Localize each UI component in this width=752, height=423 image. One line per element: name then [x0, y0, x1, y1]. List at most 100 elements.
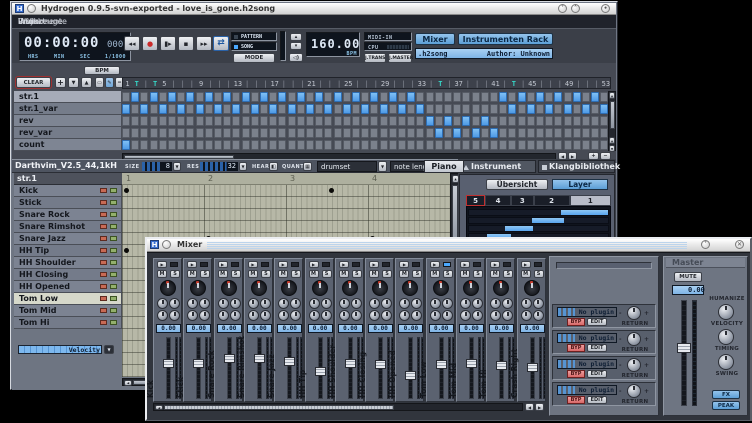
- song-cell[interactable]: [315, 116, 323, 126]
- master-timing-knob[interactable]: [718, 329, 734, 345]
- strip-fx4-send-knob[interactable]: [260, 310, 271, 321]
- fx-return-knob[interactable]: [627, 332, 641, 346]
- pattern-beat-ruler[interactable]: 1234: [122, 173, 450, 185]
- song-cell[interactable]: [499, 104, 507, 114]
- strip-mute-button[interactable]: M: [369, 270, 379, 278]
- song-cell[interactable]: [232, 104, 240, 114]
- song-cell[interactable]: [416, 92, 424, 102]
- pattern-list-item-str.1_var[interactable]: str.1_var: [14, 103, 122, 115]
- draw-mode-button[interactable]: ✎: [105, 77, 114, 88]
- song-cell[interactable]: [324, 92, 332, 102]
- pattern-list-item-rev[interactable]: rev: [14, 115, 122, 127]
- stop-button[interactable]: ▪: [178, 36, 194, 51]
- strip-fx2-send-knob[interactable]: [199, 298, 210, 309]
- song-cell[interactable]: [122, 128, 130, 138]
- strip-fx2-send-knob[interactable]: [169, 298, 180, 309]
- strip-pan-knob[interactable]: [493, 280, 509, 296]
- instrument-row-hh-closing[interactable]: HH Closing: [14, 269, 122, 281]
- song-cell[interactable]: [242, 140, 250, 150]
- song-cell[interactable]: [490, 92, 498, 102]
- master-peak-button[interactable]: PEAK: [712, 401, 740, 410]
- uebersicht-tab-button[interactable]: Übersicht: [486, 179, 548, 190]
- timeline-bpm-button[interactable]: BPM: [84, 66, 120, 75]
- instrument-solo-button[interactable]: [110, 260, 117, 265]
- song-cell[interactable]: [361, 92, 369, 102]
- song-cell[interactable]: [122, 116, 130, 126]
- strip-fader-track[interactable]: [257, 337, 262, 399]
- instrument-solo-button[interactable]: [110, 200, 117, 205]
- strip-fader-handle[interactable]: [284, 357, 295, 366]
- song-cell[interactable]: [177, 92, 185, 102]
- move-pattern-up-button[interactable]: ▲: [81, 77, 92, 88]
- metronome-button[interactable]: ◁): [289, 53, 303, 62]
- song-cell[interactable]: [380, 104, 388, 114]
- song-cell[interactable]: [508, 116, 516, 126]
- strip-play-button[interactable]: ▶: [278, 261, 288, 268]
- song-cell[interactable]: [545, 92, 553, 102]
- layer-header-cell-3[interactable]: 3: [511, 195, 534, 206]
- song-cell[interactable]: [242, 116, 250, 126]
- song-cell[interactable]: [435, 140, 443, 150]
- song-cell[interactable]: [554, 128, 562, 138]
- strip-pan-knob[interactable]: [372, 280, 388, 296]
- strip-play-button[interactable]: ▶: [369, 261, 379, 268]
- fx-return-knob[interactable]: [627, 358, 641, 372]
- strip-fx1-send-knob[interactable]: [430, 298, 441, 309]
- strip-fx3-send-knob[interactable]: [369, 310, 380, 321]
- strip-mute-button[interactable]: M: [278, 270, 288, 278]
- song-cell[interactable]: [453, 92, 461, 102]
- layer-header-cell-1[interactable]: 1: [570, 195, 611, 206]
- window-menu-icon[interactable]: [27, 4, 36, 13]
- instrument-row-stick[interactable]: Stick: [14, 197, 122, 209]
- strip-fx1-send-knob[interactable]: [218, 298, 229, 309]
- strip-fx1-send-knob[interactable]: [369, 298, 380, 309]
- song-cell[interactable]: [426, 128, 434, 138]
- song-cell[interactable]: [352, 140, 360, 150]
- pattern-list-item-count[interactable]: count: [14, 139, 122, 151]
- song-cell[interactable]: [122, 92, 130, 102]
- instrument-solo-button[interactable]: [110, 224, 117, 229]
- song-cell[interactable]: [324, 128, 332, 138]
- song-cell[interactable]: [140, 104, 148, 114]
- song-cell[interactable]: [444, 92, 452, 102]
- song-cell[interactable]: [306, 140, 314, 150]
- mixer-toggle-button[interactable]: Mixer: [415, 33, 455, 45]
- song-cell[interactable]: [554, 104, 562, 114]
- strip-fx1-send-knob[interactable]: [157, 298, 168, 309]
- song-cell[interactable]: [177, 128, 185, 138]
- strip-solo-button[interactable]: S: [170, 270, 180, 278]
- song-cell[interactable]: [407, 116, 415, 126]
- song-cell[interactable]: [232, 92, 240, 102]
- song-cell[interactable]: [416, 116, 424, 126]
- song-cell[interactable]: [389, 128, 397, 138]
- mixer-close-button[interactable]: ✕: [735, 240, 744, 249]
- song-cell[interactable]: [214, 140, 222, 150]
- song-cell[interactable]: [472, 140, 480, 150]
- song-v-scrollbar[interactable]: ▲ ▲ ▼: [608, 91, 616, 151]
- note-dot[interactable]: [124, 248, 129, 253]
- instrument-mute-button[interactable]: [100, 308, 107, 313]
- song-cell[interactable]: [564, 92, 572, 102]
- song-cell[interactable]: [462, 92, 470, 102]
- song-cell[interactable]: [444, 140, 452, 150]
- jack-transport-button[interactable]: J.TRANS: [364, 53, 386, 63]
- song-cell[interactable]: [554, 116, 562, 126]
- song-cell[interactable]: [214, 104, 222, 114]
- song-cell[interactable]: [426, 104, 434, 114]
- strip-fx2-send-knob[interactable]: [502, 298, 513, 309]
- song-cell[interactable]: [223, 104, 231, 114]
- fx-plugin-name-display[interactable]: No plugin: [557, 307, 617, 317]
- strip-play-button[interactable]: ▶: [521, 261, 531, 268]
- song-cell[interactable]: [177, 140, 185, 150]
- loop-button[interactable]: ⇄: [213, 36, 229, 51]
- song-cell[interactable]: [159, 140, 167, 150]
- song-cell[interactable]: [334, 140, 342, 150]
- instrument-solo-button[interactable]: [110, 284, 117, 289]
- song-cell[interactable]: [481, 128, 489, 138]
- instrument-row-tom-mid[interactable]: Tom Mid: [14, 305, 122, 317]
- maximize-button[interactable]: ˄: [571, 4, 580, 13]
- strip-play-button[interactable]: ▶: [430, 261, 440, 268]
- strip-solo-button[interactable]: S: [412, 270, 422, 278]
- layer-header-cell-4[interactable]: 4: [485, 195, 511, 206]
- song-cell[interactable]: [518, 116, 526, 126]
